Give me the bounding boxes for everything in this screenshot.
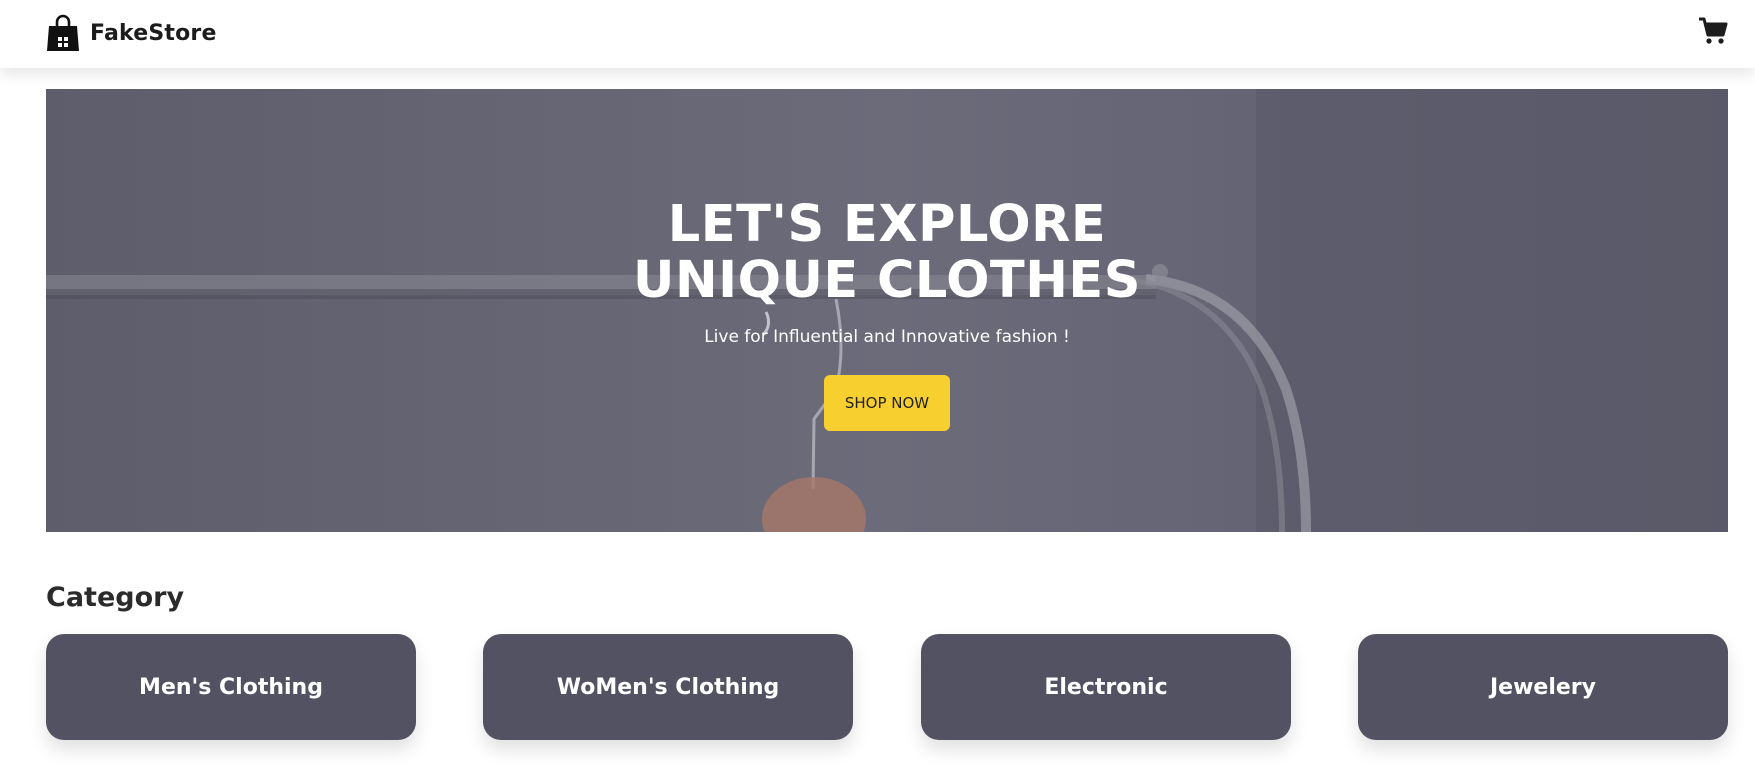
- category-card-jewelery[interactable]: Jewelery: [1358, 634, 1728, 740]
- hero-title-line-1: LET'S EXPLORE: [667, 195, 1107, 254]
- hero-title-line-2: UNIQUE CLOTHES: [633, 251, 1141, 310]
- hero-banner: LET'S EXPLORE UNIQUE CLOTHES Live for In…: [46, 89, 1728, 532]
- hero-subtitle: Live for Influential and Innovative fash…: [704, 327, 1070, 347]
- shopping-cart-icon[interactable]: [1698, 16, 1728, 46]
- hero-title: LET'S EXPLORE UNIQUE CLOTHES: [46, 197, 1728, 309]
- category-card-mens-clothing[interactable]: Men's Clothing: [46, 634, 416, 740]
- hero-background-image: [46, 89, 1728, 532]
- brand-name: FakeStore: [90, 20, 217, 46]
- category-card-electronic[interactable]: Electronic: [921, 634, 1291, 740]
- category-card-womens-clothing[interactable]: WoMen's Clothing: [483, 634, 853, 740]
- shop-now-button[interactable]: SHOP NOW: [824, 375, 950, 431]
- shopping-bag-icon: [47, 14, 79, 51]
- category-list: Men's Clothing WoMen's Clothing Electron…: [46, 634, 1728, 740]
- category-heading: Category: [46, 582, 185, 613]
- brand[interactable]: FakeStore: [46, 14, 217, 52]
- navbar: FakeStore: [0, 0, 1755, 68]
